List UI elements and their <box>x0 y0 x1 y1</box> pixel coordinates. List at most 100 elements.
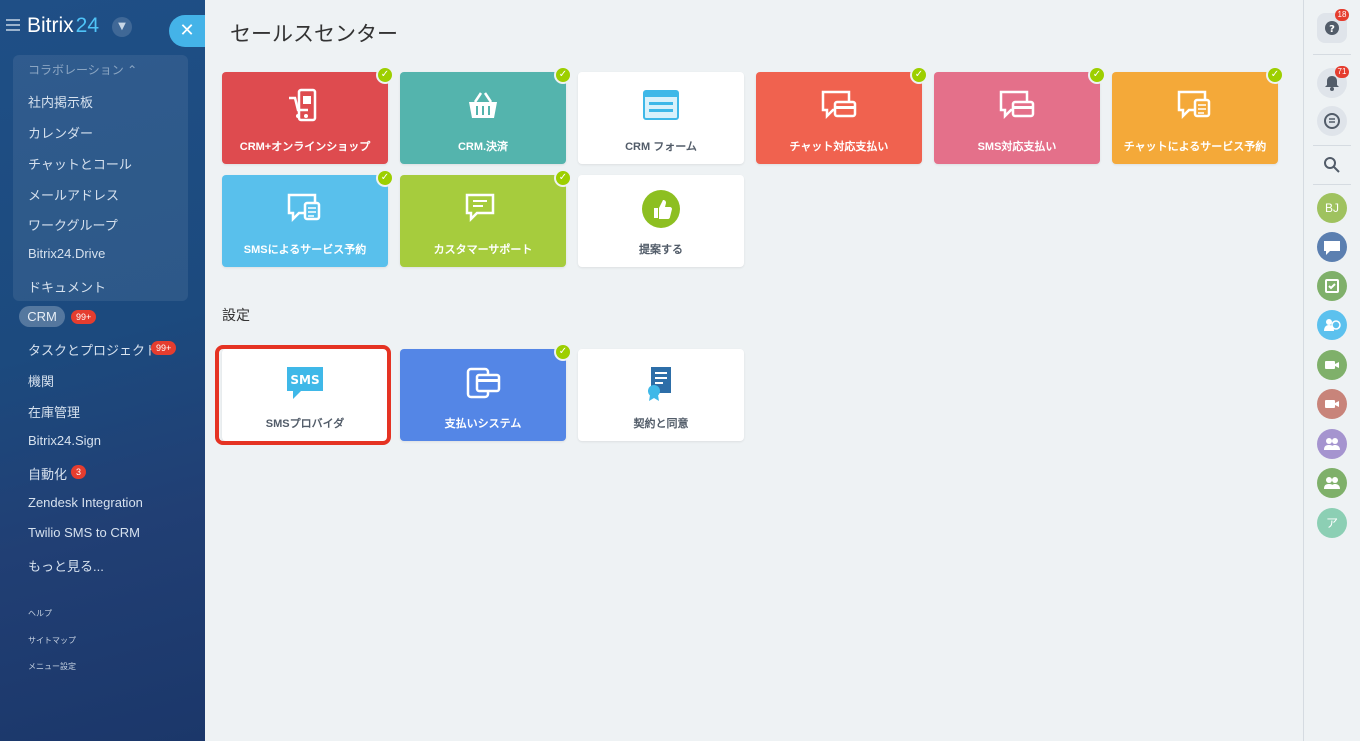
video-camera-icon <box>1325 361 1339 369</box>
notifications-badge: 71 <box>1335 66 1349 78</box>
chat-card-icon <box>821 90 857 120</box>
divider <box>1313 145 1351 146</box>
sidebar-item-workgroups[interactable]: ワークグループ <box>28 215 118 234</box>
check-icon: ✓ <box>910 66 928 84</box>
chat-booking-icon <box>1177 90 1211 120</box>
page-title: セールスセンター <box>230 23 398 46</box>
divider <box>1313 184 1351 185</box>
group-chat-icon <box>1324 241 1340 255</box>
sidebar-item-twilio[interactable]: Twilio SMS to CRM <box>28 525 140 540</box>
payment-card-icon <box>466 367 501 399</box>
tile-crm-payment[interactable]: CRM.決済 ✓ <box>400 66 572 164</box>
sidebar-item-documents[interactable]: ドキュメント <box>28 277 106 296</box>
svg-text:?: ? <box>1329 24 1335 35</box>
check-icon: ✓ <box>376 66 394 84</box>
tile-sms-payment[interactable]: SMS対応支払い ✓ <box>934 66 1106 164</box>
menu-settings-link[interactable]: メニュー設定 <box>28 661 76 672</box>
thumbs-up-icon <box>642 190 680 228</box>
sidebar-item-chat[interactable]: チャットとコール <box>28 154 132 173</box>
help-badge: 18 <box>1335 9 1349 21</box>
check-icon: ✓ <box>376 169 394 187</box>
form-icon <box>643 90 679 120</box>
search-icon <box>1324 157 1340 173</box>
tile-label: チャットによるサービス予約 <box>1123 141 1267 153</box>
tile-label: CRM.決済 <box>457 141 509 153</box>
check-icon: ✓ <box>554 169 572 187</box>
group-title[interactable]: コラボレーション ⌃ <box>28 61 137 78</box>
close-button[interactable]: ✕ <box>169 15 205 47</box>
tile-label: チャット対応支払い <box>789 141 889 153</box>
search-button[interactable] <box>1317 150 1347 180</box>
automation-counter-badge: 3 <box>71 465 87 479</box>
chevron-down-icon[interactable]: ▼ <box>112 17 132 37</box>
sidebar-item-more[interactable]: もっと見る... <box>28 556 104 575</box>
check-icon: ✓ <box>554 343 572 361</box>
tile-sms-booking[interactable]: SMSによるサービス予約 ✓ <box>222 169 394 267</box>
user-clock-icon <box>1324 319 1341 331</box>
open-lines-button[interactable] <box>1317 310 1347 340</box>
people-icon <box>1324 438 1340 450</box>
tile-label: カスタマーサポート <box>433 244 533 256</box>
left-sidebar: Bitrix24 ▼ コラボレーション ⌃ 社内掲示板 カレンダー チャットとコ… <box>0 0 205 741</box>
agreement-icon <box>648 367 671 401</box>
tile-crm-form[interactable]: CRM フォーム <box>578 72 744 164</box>
sidebar-item-zendesk[interactable]: Zendesk Integration <box>28 495 143 510</box>
check-icon: ✓ <box>1266 66 1284 84</box>
tile-label: 提案する <box>639 244 683 256</box>
sidebar-item-company[interactable]: 機関 <box>28 371 54 390</box>
settings-title: 設定 <box>222 307 250 323</box>
tile-label: 支払いシステム <box>444 418 522 430</box>
people-icon <box>1324 477 1340 489</box>
user-avatar[interactable]: BJ <box>1317 193 1347 223</box>
tile-chat-booking[interactable]: チャットによるサービス予約 ✓ <box>1112 66 1284 164</box>
tile-agreements[interactable]: 契約と同意 <box>578 349 744 441</box>
tile-label: SMS対応支払い <box>977 141 1057 153</box>
tasks-button[interactable] <box>1317 271 1347 301</box>
messages-button[interactable] <box>1317 106 1347 136</box>
support-chat-icon <box>465 193 495 223</box>
menu-icon[interactable] <box>6 19 20 31</box>
sidebar-item-news[interactable]: 社内掲示板 <box>28 92 93 111</box>
chat-icon <box>1324 113 1340 129</box>
tile-label: CRM+オンラインショップ <box>239 141 371 153</box>
group-button[interactable] <box>1317 429 1347 459</box>
tile-suggest[interactable]: 提案する <box>578 175 744 267</box>
tile-payment-systems[interactable]: 支払いシステム ✓ <box>400 343 572 441</box>
tile-label: SMSによるサービス予約 <box>243 244 367 256</box>
sidebar-item-sign[interactable]: Bitrix24.Sign <box>28 433 101 448</box>
close-icon: ✕ <box>179 20 195 41</box>
sms-booking-icon <box>287 193 321 223</box>
basket-icon <box>469 92 497 118</box>
tile-chat-payment[interactable]: チャット対応支払い ✓ <box>756 66 928 164</box>
tasks-counter-badge: 99+ <box>151 341 177 355</box>
sidebar-item-mail[interactable]: メールアドレス <box>28 185 119 204</box>
brand-name: Bitrix <box>27 14 74 37</box>
tile-label: 契約と同意 <box>633 418 689 430</box>
group-button-2[interactable] <box>1317 468 1347 498</box>
sitemap-link[interactable]: サイトマップ <box>28 635 76 646</box>
tile-customer-support[interactable]: カスタマーサポート ✓ <box>400 169 572 267</box>
help-link[interactable]: ヘルプ <box>28 608 52 619</box>
video-camera-icon <box>1325 400 1339 408</box>
brand-num: 24 <box>75 14 100 37</box>
check-icon: ✓ <box>1088 66 1106 84</box>
sidebar-item-tasks[interactable]: タスクとプロジェクト <box>28 340 158 359</box>
group-chat-button[interactable] <box>1317 232 1347 262</box>
sidebar-item-crm[interactable]: CRM <box>19 306 65 327</box>
contact-avatar[interactable]: ア <box>1317 508 1347 538</box>
sidebar-item-automation[interactable]: 自動化 <box>28 464 67 483</box>
video-conference-button[interactable] <box>1317 389 1347 419</box>
divider <box>1313 54 1351 55</box>
shop-icon <box>289 88 317 122</box>
brand-logo[interactable]: Bitrix24 <box>27 14 99 38</box>
tile-crm-online-shop[interactable]: CRM+オンラインショップ ✓ <box>222 66 394 164</box>
task-check-icon <box>1325 279 1339 293</box>
sidebar-item-calendar[interactable]: カレンダー <box>28 123 93 142</box>
check-icon: ✓ <box>554 66 572 84</box>
tile-label: CRM フォーム <box>625 141 697 153</box>
chevron-up-icon: ⌃ <box>127 63 138 77</box>
video-call-button[interactable] <box>1317 350 1347 380</box>
sidebar-item-inventory[interactable]: 在庫管理 <box>28 402 80 421</box>
highlight-box <box>215 345 391 445</box>
sidebar-item-drive[interactable]: Bitrix24.Drive <box>28 246 105 261</box>
